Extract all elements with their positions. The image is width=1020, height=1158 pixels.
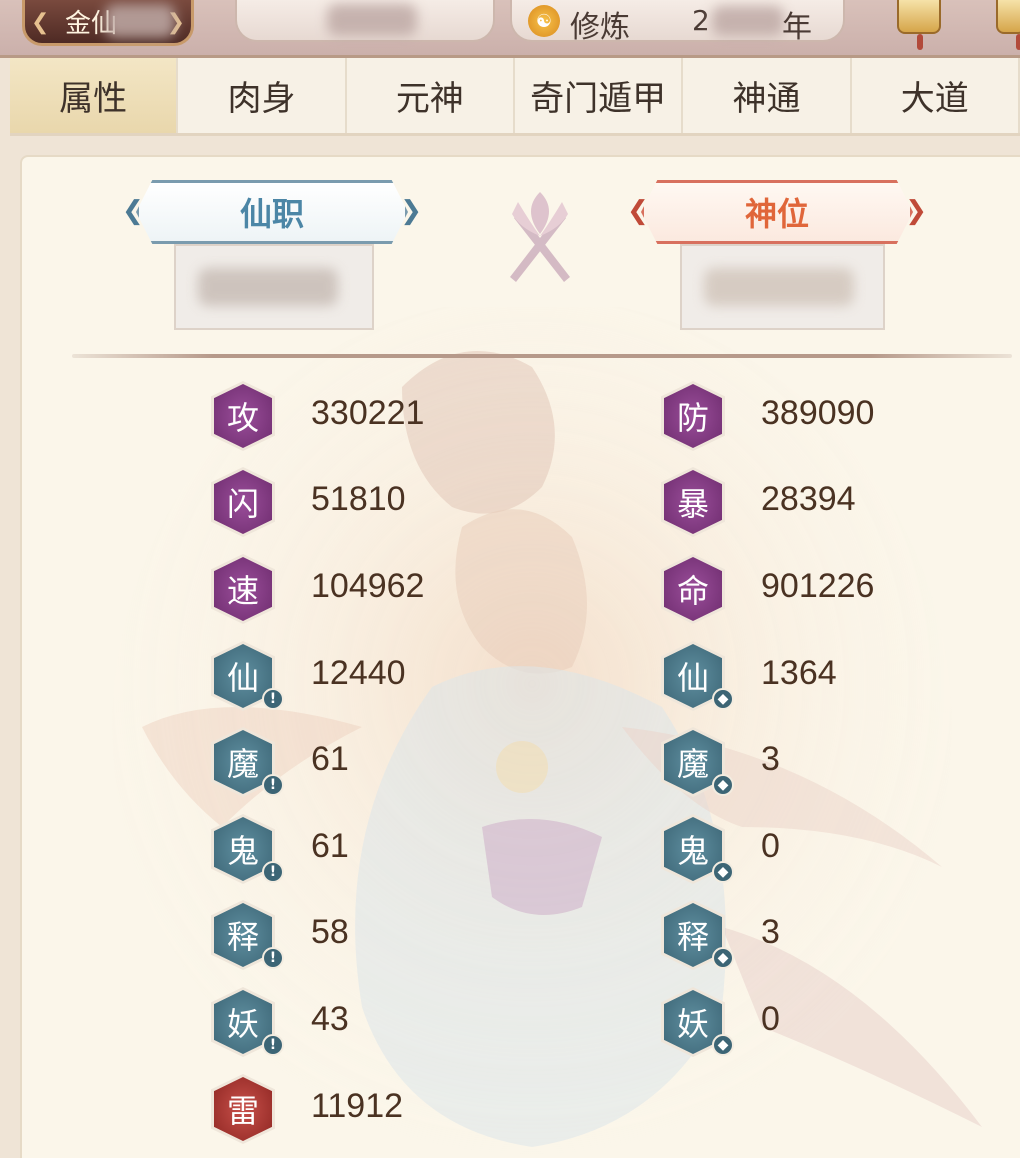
player-name-pill[interactable] bbox=[235, 0, 495, 42]
section-divider bbox=[72, 354, 1012, 358]
stat-value: 0 bbox=[761, 827, 780, 865]
chevron-right-icon: ❯ bbox=[905, 196, 927, 226]
obscured-region bbox=[712, 6, 784, 36]
tab-attributes[interactable]: 属性 bbox=[10, 58, 179, 133]
chevron-right-icon: ❯ bbox=[400, 196, 422, 226]
shield-badge-icon: ◆ bbox=[712, 688, 734, 710]
stat-value: 43 bbox=[311, 1000, 349, 1038]
shield-badge-icon: ◆ bbox=[712, 774, 734, 796]
stat-value: 104962 bbox=[311, 567, 425, 605]
divine-rank-title[interactable]: ❮ 神位 ❯ bbox=[627, 180, 927, 244]
sword-badge-icon: ! bbox=[262, 774, 284, 796]
tab-qimen[interactable]: 奇门遁甲 bbox=[515, 58, 684, 133]
crossed-swords-emblem-icon bbox=[510, 192, 570, 282]
shield-badge-icon: ◆ bbox=[712, 947, 734, 969]
obscured-region bbox=[327, 4, 417, 36]
lantern-icon[interactable] bbox=[897, 0, 941, 50]
stat-value: 28394 bbox=[761, 480, 856, 518]
top-bar: ❮ 金仙 ❯ ☯ 修炼 2 年 bbox=[0, 0, 1020, 58]
chevron-left-icon: ❮ bbox=[122, 196, 144, 226]
shield-badge-icon: ◆ bbox=[712, 1034, 734, 1056]
tab-great-dao[interactable]: 大道 bbox=[852, 58, 1020, 133]
shield-badge-icon: ◆ bbox=[712, 861, 734, 883]
stat-value: 61 bbox=[311, 740, 349, 778]
obscured-region bbox=[704, 268, 854, 306]
divine-rank-label: 神位 bbox=[744, 195, 809, 233]
stat-value: 58 bbox=[311, 913, 349, 951]
obscured-region bbox=[198, 268, 338, 306]
stat-value: 330221 bbox=[311, 394, 425, 432]
tab-spirit[interactable]: 元神 bbox=[347, 58, 515, 133]
stat-value: 11912 bbox=[311, 1087, 404, 1125]
chevron-left-icon: ❮ bbox=[31, 10, 50, 35]
cultivation-value: 2 bbox=[692, 4, 710, 37]
stat-value: 12440 bbox=[311, 654, 406, 692]
cultivation-pill[interactable]: ☯ 修炼 2 年 bbox=[510, 0, 845, 45]
stat-value: 389090 bbox=[761, 394, 875, 432]
sword-badge-icon: ! bbox=[262, 861, 284, 883]
cultivation-unit: 年 bbox=[782, 10, 812, 45]
immortal-post-value bbox=[174, 244, 374, 330]
lantern-icon[interactable] bbox=[996, 0, 1020, 50]
sword-badge-icon: ! bbox=[262, 947, 284, 969]
sword-badge-icon: ! bbox=[262, 1034, 284, 1056]
stat-value: 0 bbox=[761, 1000, 780, 1038]
obscured-region bbox=[105, 4, 175, 38]
stat-value: 901226 bbox=[761, 567, 875, 605]
stat-value: 3 bbox=[761, 740, 780, 778]
immortal-post-label: 仙职 bbox=[239, 195, 304, 233]
sword-badge-icon: ! bbox=[262, 688, 284, 710]
meditation-icon: ☯ bbox=[528, 5, 560, 37]
stat-value: 51810 bbox=[311, 480, 406, 518]
tab-bar: 属性 肉身 元神 奇门遁甲 神通 大道 bbox=[10, 58, 1020, 136]
divine-rank-value bbox=[680, 244, 885, 330]
tab-body[interactable]: 肉身 bbox=[178, 58, 347, 133]
immortal-post-title[interactable]: ❮ 仙职 ❯ bbox=[122, 180, 422, 244]
chevron-left-icon: ❮ bbox=[627, 196, 649, 226]
cultivation-label: 修炼 bbox=[570, 10, 630, 45]
stat-value: 61 bbox=[311, 827, 349, 865]
stat-value: 1364 bbox=[761, 654, 837, 692]
attributes-panel: ❮ 仙职 ❯ ❮ 神位 ❯ 攻 330221 闪 51810 速 104962 … bbox=[20, 155, 1020, 1158]
stat-value: 3 bbox=[761, 913, 780, 951]
tab-divine-powers[interactable]: 神通 bbox=[683, 58, 852, 133]
